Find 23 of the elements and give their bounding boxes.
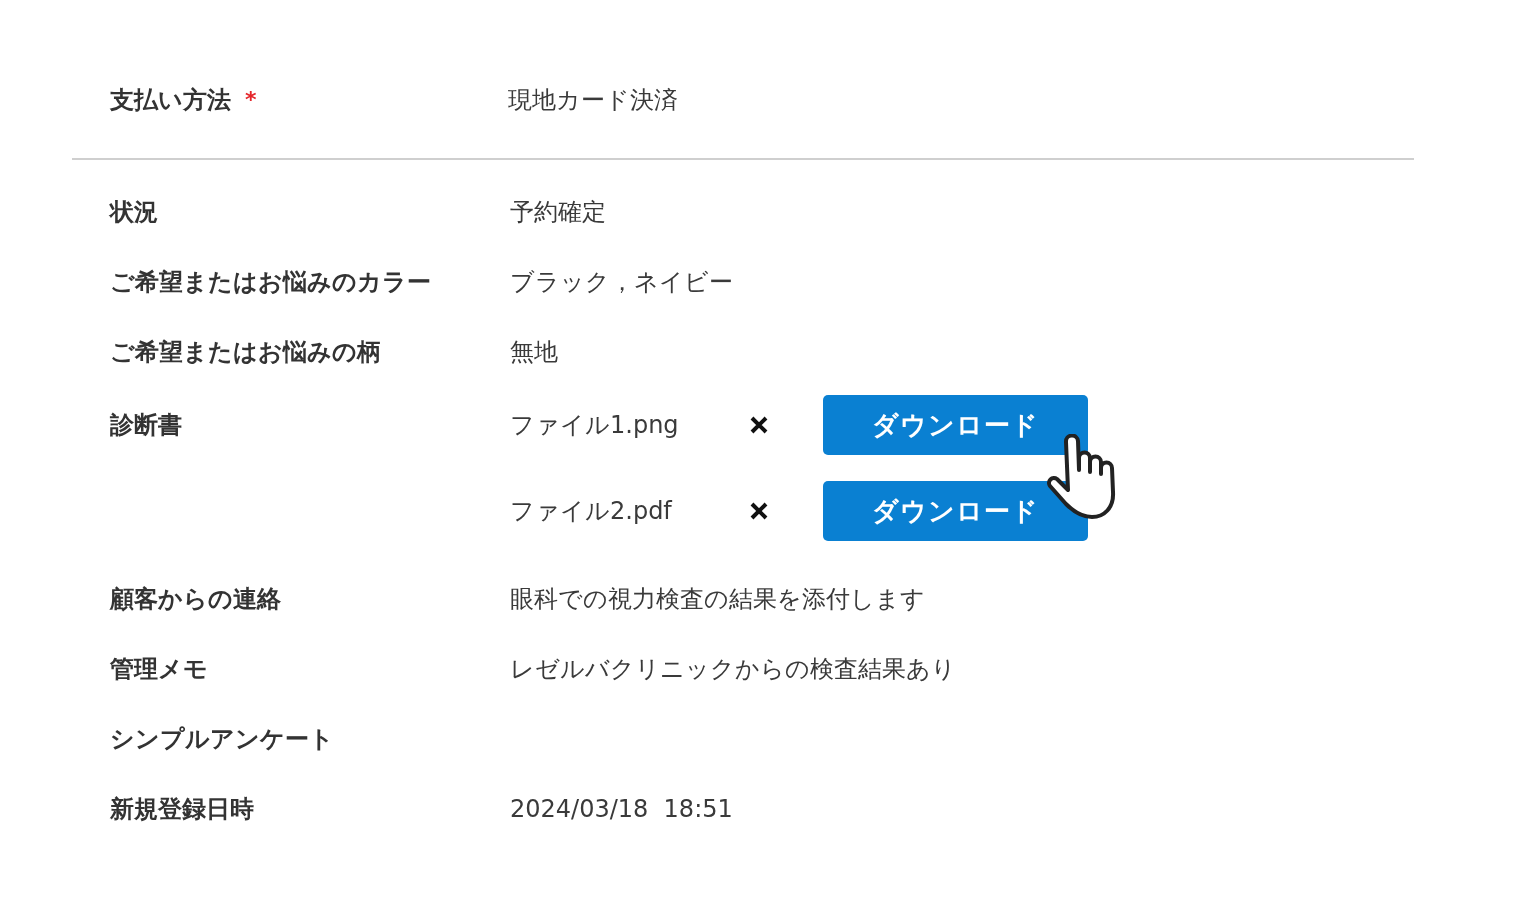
download-button[interactable]: ダウンロード	[823, 395, 1088, 455]
field-value: ブラック，ネイビー	[510, 267, 733, 298]
field-label: 状況	[110, 197, 158, 228]
file-name: ファイル2.pdf	[510, 496, 674, 527]
field-value: 2024/03/18 18:51	[510, 794, 733, 825]
required-mark: *	[245, 86, 257, 114]
delete-icon[interactable]	[750, 416, 768, 434]
field-value: 無地	[510, 337, 558, 368]
field-label: ご希望またはお悩みの柄	[110, 337, 381, 368]
field-label: 管理メモ	[110, 654, 208, 685]
field-label: ご希望またはお悩みのカラー	[110, 267, 431, 298]
field-value: レゼルバクリニックからの検査結果あり	[510, 654, 956, 685]
field-label: シンプルアンケート	[110, 724, 334, 755]
field-label: 顧客からの連絡	[110, 584, 281, 615]
field-value: 予約確定	[510, 197, 606, 228]
field-label: 支払い方法	[110, 85, 231, 116]
field-label: 新規登録日時	[110, 794, 254, 825]
field-label: 診断書	[110, 410, 182, 441]
delete-icon[interactable]	[750, 502, 768, 520]
file-name: ファイル1.png	[510, 410, 680, 441]
field-value: 現地カード決済	[508, 85, 678, 116]
download-button[interactable]: ダウンロード	[823, 481, 1088, 541]
field-value: 眼科での視力検査の結果を添付します	[510, 584, 925, 615]
